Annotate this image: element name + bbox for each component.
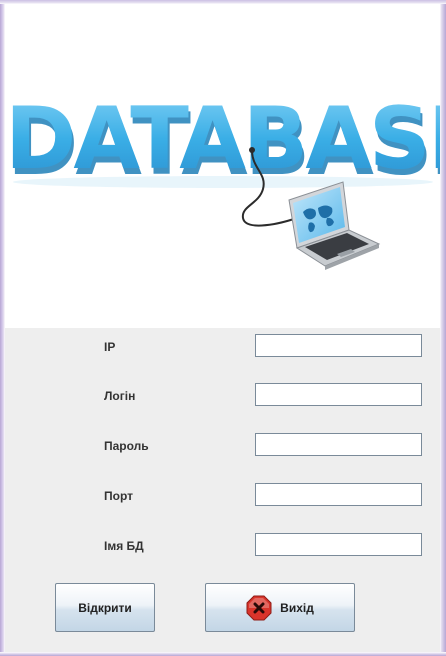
- port-input[interactable]: [255, 483, 422, 506]
- logo-text: DATABASE: [5, 89, 440, 189]
- database-banner-image: DATABASE DATABASE: [5, 4, 440, 328]
- login-input[interactable]: [255, 383, 422, 406]
- window-bottom-border: [0, 652, 446, 656]
- port-label: Порт: [104, 489, 134, 503]
- app-window: DATABASE DATABASE IP Логін Пароль Порт І…: [0, 0, 446, 656]
- open-button[interactable]: Відкрити: [55, 583, 155, 632]
- laptop-icon: [288, 181, 381, 270]
- password-input[interactable]: [255, 433, 422, 456]
- login-label: Логін: [104, 389, 136, 403]
- exit-button[interactable]: Вихід: [205, 583, 355, 632]
- open-button-label: Відкрити: [78, 600, 132, 615]
- connection-form: IP Логін Пароль Порт Імя БД Відкрити Вих…: [5, 328, 440, 652]
- close-x-icon: [246, 595, 272, 620]
- db-name-label: Імя БД: [104, 539, 144, 553]
- database-logo-illustration: DATABASE DATABASE: [5, 89, 440, 270]
- ip-label: IP: [104, 340, 116, 354]
- password-label: Пароль: [104, 439, 149, 453]
- exit-button-label: Вихід: [280, 600, 314, 615]
- ip-input[interactable]: [255, 334, 422, 357]
- db-name-input[interactable]: [255, 533, 422, 556]
